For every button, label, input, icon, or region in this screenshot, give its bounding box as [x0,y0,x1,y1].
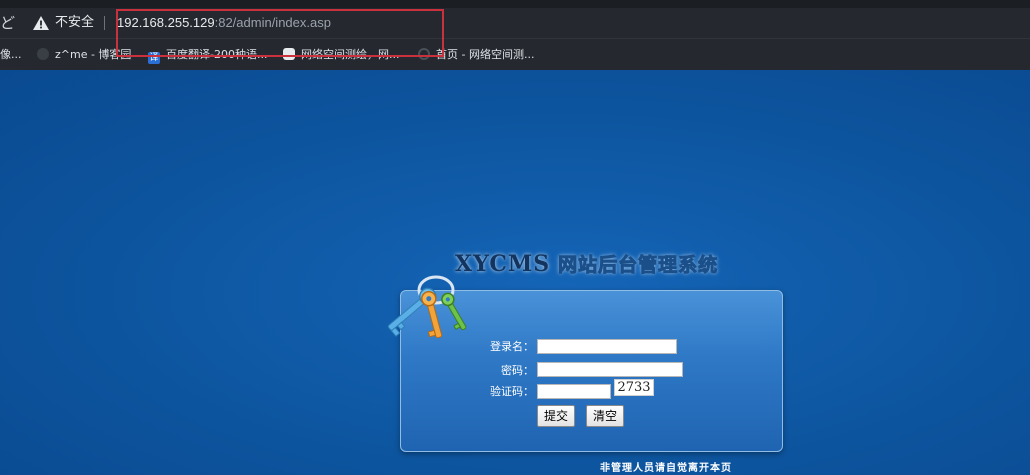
address-bar: ど 不安全 192.168.255.129:82/admin/index.asp [0,8,1030,38]
bookmark-item[interactable]: 像... [0,47,22,63]
captcha-label: 验证码： [490,385,534,398]
bookmarks-bar: 像... z^me - 博客园 译百度翻译-200种语... 网络空间测绘，网.… [0,38,1030,70]
bookmark-item[interactable]: z^me - 博客园 [37,47,131,63]
window-top-strip [0,0,1030,8]
url-field[interactable]: 192.168.255.129:82/admin/index.asp [117,14,331,32]
address-separator [104,16,105,30]
captcha-image[interactable]: 2733 [614,379,654,396]
bookmark-label: 百度翻译-200种语... [166,48,268,61]
bookmark-label: z^me - 博客园 [55,48,132,61]
reload-icon[interactable]: ど [0,13,16,33]
globe-icon [283,48,295,60]
username-input[interactable] [537,339,677,354]
url-host: 192.168.255.129 [117,15,215,30]
keys-icon [387,275,467,339]
url-path: :82/admin/index.asp [214,15,331,30]
footer-warning: 非管理人员请自觉离开本页 [600,463,732,474]
warning-icon[interactable] [32,15,50,31]
username-label: 登录名： [490,340,534,353]
captcha-input[interactable] [537,384,611,399]
translate-icon: 译 [148,52,160,64]
bookmark-label: 像... [0,48,22,61]
bookmark-item[interactable]: 首页 - 网络空间测... [418,47,534,63]
bookmark-item[interactable]: 译百度翻译-200种语... [148,47,268,64]
blog-icon [37,48,49,60]
title-subtitle: 网站后台管理系统 [558,254,719,277]
submit-button[interactable]: 提交 [537,405,575,427]
clear-button[interactable]: 清空 [586,405,624,427]
loading-icon [418,48,430,60]
security-status[interactable]: 不安全 [55,14,94,32]
password-input[interactable] [537,362,683,377]
bookmark-label: 网络空间测绘，网... [301,48,400,61]
bookmark-label: 首页 - 网络空间测... [436,48,535,61]
page-title: XYCMS 网站后台管理系统 [455,250,718,277]
bookmark-item[interactable]: 网络空间测绘，网... [283,47,400,63]
password-label: 密码： [501,364,534,377]
